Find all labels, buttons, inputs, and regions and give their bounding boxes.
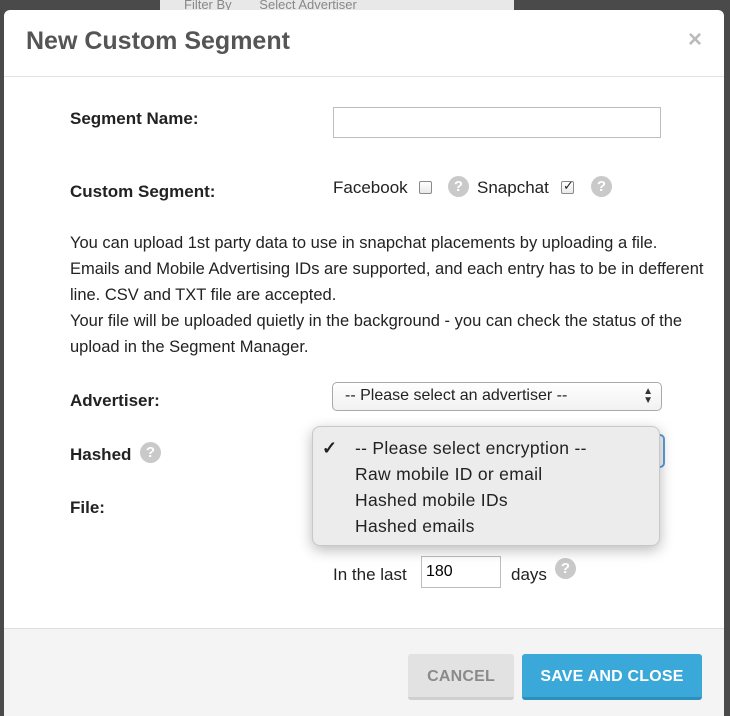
days-help-icon[interactable]: ? <box>555 558 576 579</box>
advertiser-label: Advertiser: <box>70 391 160 410</box>
backdrop-filter-value: Select Advertiser <box>259 0 357 10</box>
option-label: Raw mobile ID or email <box>355 464 543 484</box>
encryption-option-hashed-emails[interactable]: Hashed emails <box>313 513 659 539</box>
modal-header: New Custom Segment × <box>4 10 724 77</box>
in-the-last-label: In the last <box>333 565 407 584</box>
backdrop-filter-label: Filter By <box>184 0 232 10</box>
days-input[interactable] <box>421 556 501 588</box>
custom-segment-modal: New Custom Segment × Segment Name: Custo… <box>4 10 724 716</box>
backdrop-filter-bar: Filter By Select Advertiser <box>160 0 514 10</box>
close-icon[interactable]: × <box>688 28 702 52</box>
snapchat-help-icon[interactable]: ? <box>591 176 612 197</box>
facebook-label: Facebook <box>333 178 408 197</box>
option-label: Hashed mobile IDs <box>355 490 508 510</box>
description-status-text: Your file will be uploaded quietly in th… <box>70 312 683 356</box>
encryption-dropdown-menu: ✓ -- Please select encryption -- Raw mob… <box>312 426 660 546</box>
modal-title: New Custom Segment <box>26 27 290 55</box>
save-and-close-button[interactable]: SAVE AND CLOSE <box>522 654 702 700</box>
description-text: You can upload 1st party data to use in … <box>70 234 704 304</box>
advertiser-selected-value: -- Please select an advertiser -- <box>345 387 568 404</box>
hashed-label: Hashed <box>70 445 132 464</box>
segment-name-label: Segment Name: <box>70 109 199 128</box>
cancel-button[interactable]: CANCEL <box>408 654 514 700</box>
custom-segment-label: Custom Segment: <box>70 182 216 201</box>
select-arrows-icon: ▲ ▼ <box>643 386 653 406</box>
encryption-option-hashed-mobile[interactable]: Hashed mobile IDs <box>313 487 659 513</box>
snapchat-checkbox[interactable]: ✓ <box>561 178 574 194</box>
option-label: -- Please select encryption -- <box>355 438 587 458</box>
encryption-option-raw[interactable]: Raw mobile ID or email <box>313 461 659 487</box>
option-label: Hashed emails <box>355 516 475 536</box>
snapchat-label: Snapchat <box>477 178 549 197</box>
file-label: File: <box>70 498 105 517</box>
modal-footer: CANCEL SAVE AND CLOSE <box>4 628 724 716</box>
facebook-help-icon[interactable]: ? <box>448 176 469 197</box>
facebook-checkbox[interactable] <box>419 181 432 194</box>
checkmark-icon: ✓ <box>563 178 574 193</box>
hashed-help-icon[interactable]: ? <box>140 442 161 463</box>
segment-name-input[interactable] <box>333 107 661 138</box>
upload-description: You can upload 1st party data to use in … <box>70 230 710 360</box>
advertiser-select[interactable]: -- Please select an advertiser -- ▲ ▼ <box>332 382 662 411</box>
encryption-option-placeholder[interactable]: ✓ -- Please select encryption -- <box>313 435 659 461</box>
check-icon: ✓ <box>322 438 338 458</box>
days-label: days <box>511 565 547 584</box>
